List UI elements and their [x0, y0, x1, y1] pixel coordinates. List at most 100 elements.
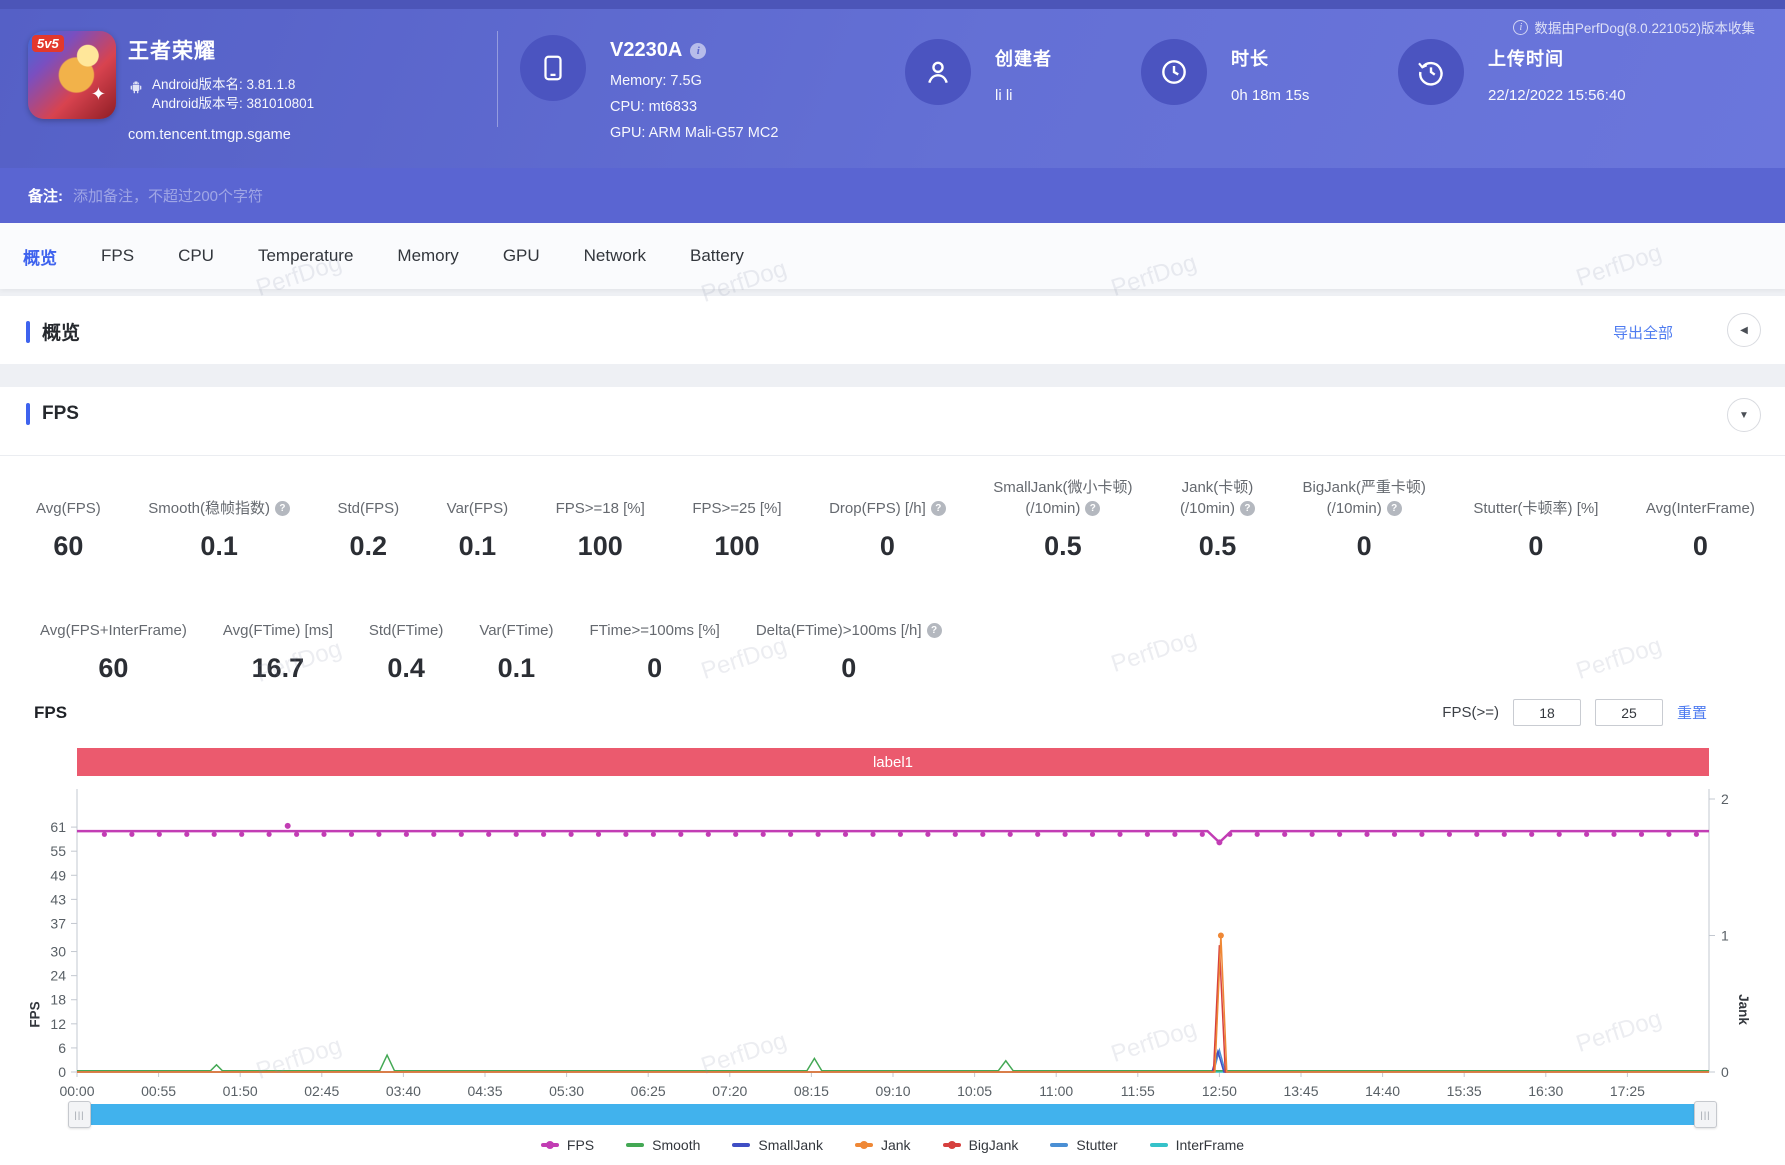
legend-item-FPS[interactable]: FPS — [540, 1137, 594, 1153]
stat-label: Avg(FPS) — [36, 475, 101, 519]
svg-text:12: 12 — [50, 1016, 66, 1032]
legend-marker — [540, 1141, 559, 1149]
legend-item-Smooth[interactable]: Smooth — [626, 1137, 700, 1153]
stat-value: 0 — [841, 653, 857, 683]
fps-threshold-input-2[interactable] — [1594, 699, 1663, 726]
creator-value: li li — [995, 87, 1013, 104]
svg-text:55: 55 — [50, 843, 66, 859]
tab-CPU[interactable]: CPU — [178, 246, 214, 266]
divider — [0, 455, 1785, 456]
help-icon[interactable]: ? — [1239, 501, 1255, 516]
stat-label-line: Avg(FPS+InterFrame) — [40, 622, 187, 639]
tab-Memory[interactable]: Memory — [397, 246, 458, 266]
help-icon[interactable]: ? — [1386, 501, 1402, 516]
scrollbar-right-handle[interactable]: ||| — [1694, 1101, 1717, 1128]
stat-label: BigJank(严重卡顿) (/10min)? — [1303, 475, 1426, 519]
overview-collapse-button[interactable]: ◀ — [1727, 313, 1761, 347]
svg-text:08:15: 08:15 — [794, 1083, 829, 1099]
reset-link[interactable]: 重置 — [1677, 702, 1707, 723]
svg-text:43: 43 — [50, 891, 66, 907]
svg-text:61: 61 — [50, 819, 66, 835]
stat-value: 60 — [98, 653, 129, 683]
duration-value: 0h 18m 15s — [1231, 87, 1310, 104]
stat-value: 0.1 — [200, 531, 238, 561]
legend-label: InterFrame — [1175, 1137, 1245, 1153]
stat-label: Var(FPS) — [447, 475, 508, 519]
remark-placeholder: 添加备注，不超过200个字符 — [73, 188, 264, 205]
stat-value: 100 — [714, 531, 760, 561]
svg-text:07:20: 07:20 — [712, 1083, 747, 1099]
stat-item: Std(FPS) 0.2 — [337, 475, 399, 562]
tab-Temperature[interactable]: Temperature — [258, 246, 353, 266]
stat-item: Std(FTime) 0.4 — [369, 597, 443, 684]
stat-label: Avg(FPS+InterFrame) — [40, 597, 187, 641]
stat-label-line: Smooth(稳帧指数)? — [148, 498, 290, 519]
fps-threshold-label: FPS(>=) — [1442, 704, 1499, 721]
svg-text:16:30: 16:30 — [1528, 1083, 1563, 1099]
help-icon[interactable]: ? — [1085, 501, 1101, 516]
legend-item-BigJank[interactable]: BigJank — [942, 1137, 1018, 1153]
svg-text:49: 49 — [50, 867, 66, 883]
header-divider — [497, 31, 498, 127]
tab-Battery[interactable]: Battery — [690, 246, 744, 266]
fps-collapse-button[interactable]: ▼ — [1727, 398, 1761, 432]
stat-item: Avg(FPS) 60 — [36, 475, 101, 562]
stat-label-line: Var(FPS) — [446, 500, 509, 517]
stat-label: Stutter(卡顿率) [%] — [1473, 475, 1598, 519]
svg-text:09:10: 09:10 — [875, 1083, 910, 1099]
phone-icon — [520, 35, 586, 101]
info-icon: i — [1513, 19, 1529, 35]
help-icon[interactable]: ? — [930, 501, 946, 516]
fps-chart[interactable]: 61 55 49 43 37 30 24 18 12 6 0 2 1 0 00:00 00:55 01:50 02… — [0, 785, 1785, 1103]
device-block: V2230A i Memory: 7.5G CPU: mt6833 GPU: A… — [520, 35, 778, 146]
fps-threshold-input-1[interactable] — [1512, 699, 1581, 726]
svg-text:01:50: 01:50 — [223, 1083, 258, 1099]
stat-item: SmallJank(微小卡顿) (/10min)? 0.5 — [993, 475, 1132, 562]
svg-text:00:00: 00:00 — [59, 1083, 94, 1099]
fps-stats-row-1: Avg(FPS) 60 Smooth(稳帧指数)? 0.1 Std(FPS) 0.2 Var… — [36, 475, 1755, 562]
fps-section-title: FPS — [42, 403, 79, 424]
stat-label: Drop(FPS) [/h]? — [829, 475, 946, 519]
device-info-icon[interactable]: i — [690, 42, 707, 59]
help-icon[interactable]: ? — [926, 623, 942, 638]
legend-item-Jank[interactable]: Jank — [854, 1137, 911, 1153]
tab-Network[interactable]: Network — [584, 246, 646, 266]
stat-item: FPS>=25 [%] 100 — [692, 475, 781, 562]
svg-text:2: 2 — [1721, 791, 1729, 807]
legend-item-Stutter[interactable]: Stutter — [1050, 1137, 1118, 1153]
tab-FPS[interactable]: FPS — [101, 246, 134, 266]
stat-label: Smooth(稳帧指数)? — [148, 475, 290, 519]
stat-item: Drop(FPS) [/h]? 0 — [829, 475, 946, 562]
remark-input[interactable]: 备注: 添加备注，不超过200个字符 — [0, 168, 1785, 223]
legend-marker — [1050, 1143, 1069, 1147]
stat-label-line: SmallJank(微小卡顿) — [993, 479, 1133, 496]
help-icon[interactable]: ? — [274, 501, 290, 516]
stat-item: Smooth(稳帧指数)? 0.1 — [148, 475, 290, 562]
tab-GPU[interactable]: GPU — [503, 246, 540, 266]
svg-text:13:45: 13:45 — [1283, 1083, 1318, 1099]
stat-value: 0.4 — [387, 653, 425, 683]
report-header: i 数据由PerfDog(8.0.221052)版本收集 5v5 ✦ 王者荣耀 … — [0, 9, 1785, 168]
svg-text:0: 0 — [1721, 1064, 1729, 1080]
stat-value: 0.5 — [1044, 531, 1082, 561]
stat-label-line: FPS>=18 [%] — [555, 500, 645, 517]
stat-value: 0 — [879, 531, 895, 561]
tab-概览[interactable]: 概览 — [23, 244, 57, 269]
scrollbar-left-handle[interactable]: ||| — [68, 1101, 91, 1128]
legend-item-InterFrame[interactable]: InterFrame — [1149, 1137, 1245, 1153]
legend-item-SmallJank[interactable]: SmallJank — [732, 1137, 823, 1153]
stat-label-line: BigJank(严重卡顿) — [1302, 479, 1426, 496]
export-all-link[interactable]: 导出全部 — [1613, 322, 1673, 343]
legend-marker — [732, 1143, 751, 1147]
chart-label-banner: label1 — [77, 748, 1709, 776]
stat-label-line: Delta(FTime)>100ms [/h]? — [756, 620, 942, 641]
android-icon — [130, 81, 142, 94]
section-accent-bar — [26, 320, 30, 343]
history-icon — [1398, 39, 1464, 105]
legend-label: Smooth — [652, 1137, 701, 1153]
stat-label: Var(FTime) — [479, 597, 553, 641]
chart-range-scrollbar[interactable] — [77, 1104, 1709, 1125]
collect-note: i 数据由PerfDog(8.0.221052)版本收集 — [1513, 17, 1755, 37]
legend-marker — [626, 1143, 645, 1147]
stat-label: FPS>=18 [%] — [556, 475, 645, 519]
